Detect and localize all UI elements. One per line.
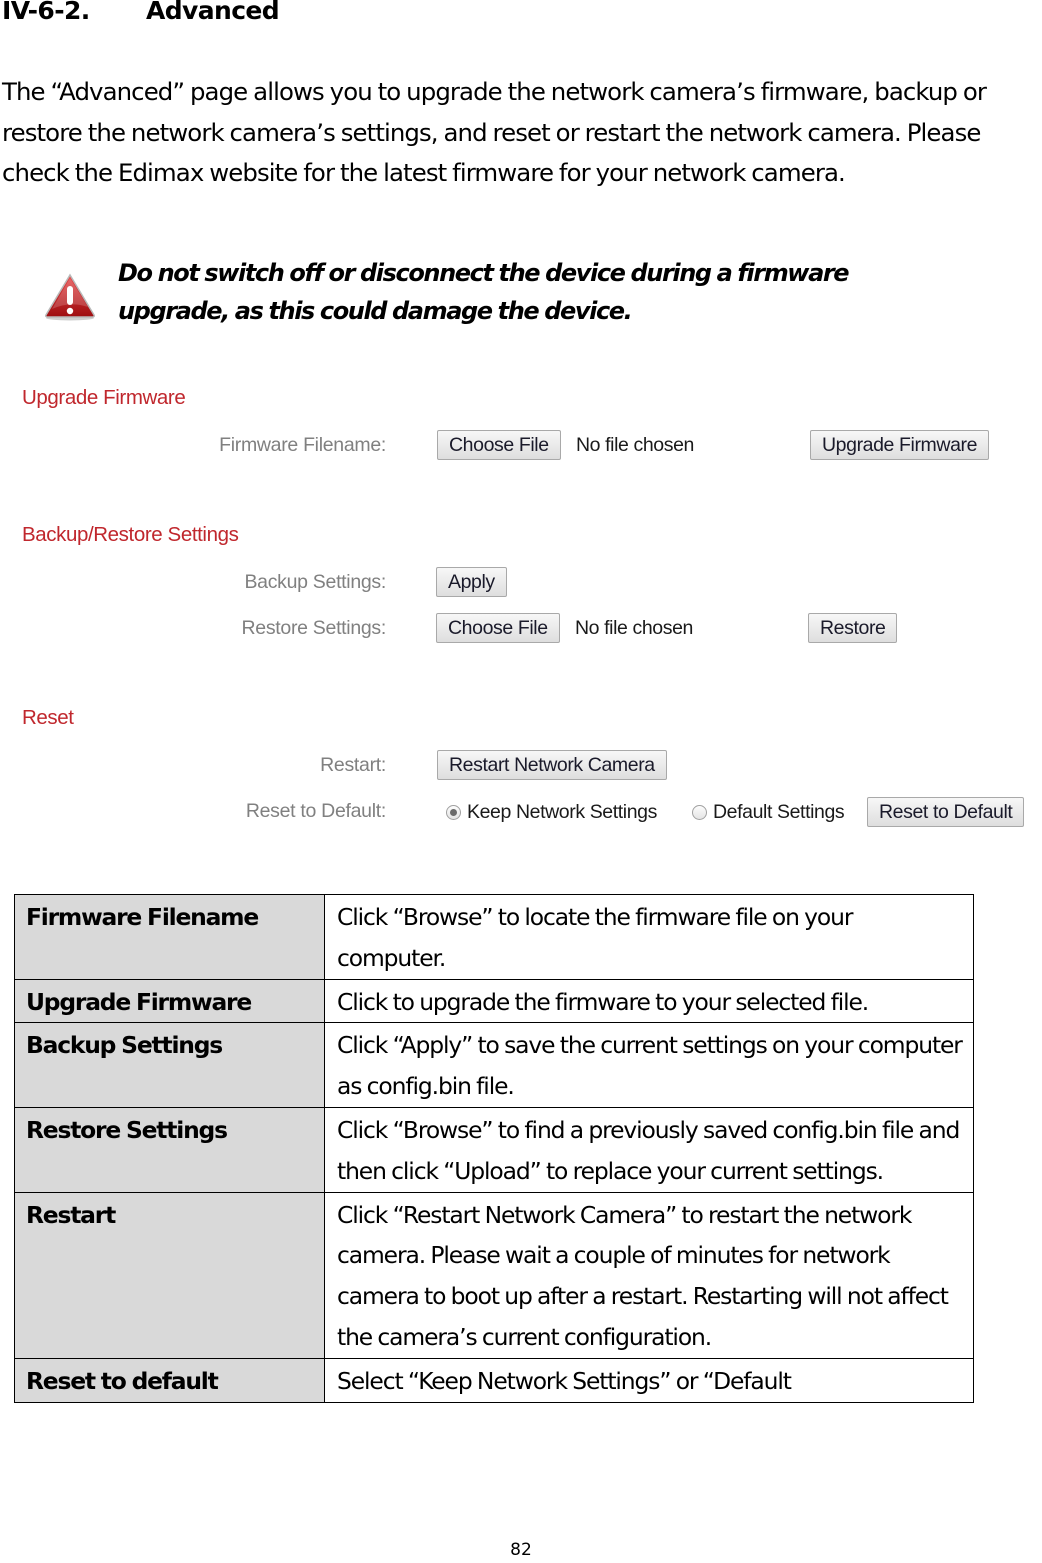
backup-restore-section-title: Backup/Restore Settings xyxy=(22,523,239,546)
table-row: Restore Settings Click “Browse” to find … xyxy=(14,1106,974,1193)
table-key: Restart xyxy=(14,1191,325,1359)
warning-triangle-icon xyxy=(45,273,95,321)
table-row: Backup Settings Click “Apply” to save th… xyxy=(14,1022,974,1108)
upgrade-firmware-section-title: Upgrade Firmware xyxy=(22,386,186,409)
restart-label: Restart: xyxy=(320,754,386,776)
section-number: IV-6-2. xyxy=(2,0,90,25)
keep-network-settings-label: Keep Network Settings xyxy=(467,801,657,823)
table-value: Click “Browse” to find a previously save… xyxy=(324,1106,974,1193)
restore-settings-label: Restore Settings: xyxy=(241,617,387,639)
table-key: Restore Settings xyxy=(14,1106,325,1193)
table-key: Reset to default xyxy=(14,1357,325,1403)
section-title: Advanced xyxy=(146,0,280,25)
restart-network-camera-button[interactable]: Restart Network Camera xyxy=(437,750,667,780)
reset-to-default-label: Reset to Default: xyxy=(245,800,386,822)
table-key: Firmware Filename xyxy=(14,894,325,980)
restore-choose-file-button[interactable]: Choose File xyxy=(436,613,560,643)
settings-description-table: Firmware Filename Click “Browse” to loca… xyxy=(14,894,974,1403)
page-number: 82 xyxy=(510,1540,532,1560)
section-heading: IV-6-2. Advanced xyxy=(2,0,280,25)
table-value: Click “Apply” to save the current settin… xyxy=(324,1022,974,1108)
backup-settings-label: Backup Settings: xyxy=(244,571,386,593)
table-value: Click “Browse” to locate the firmware fi… xyxy=(324,894,974,980)
reset-section-title: Reset xyxy=(22,706,74,729)
table-row: Firmware Filename Click “Browse” to loca… xyxy=(14,894,974,980)
table-key: Backup Settings xyxy=(14,1022,325,1108)
firmware-choose-file-button[interactable]: Choose File xyxy=(437,430,561,460)
keep-network-settings-radio[interactable] xyxy=(446,805,461,820)
table-value: Click to upgrade the firmware to your se… xyxy=(324,978,974,1024)
default-settings-option[interactable]: Default Settings xyxy=(692,801,845,824)
firmware-no-file-text: No file chosen xyxy=(576,434,694,456)
table-key: Upgrade Firmware xyxy=(14,978,325,1024)
warning-line-1: Do not switch off or disconnect the devi… xyxy=(118,259,850,287)
table-row: Restart Click “Restart Network Camera” t… xyxy=(14,1191,974,1359)
warning-line-2: upgrade, as this could damage the device… xyxy=(118,297,633,325)
firmware-filename-label: Firmware Filename: xyxy=(219,434,386,456)
upgrade-firmware-button[interactable]: Upgrade Firmware xyxy=(810,430,990,460)
warning-text: Do not switch off or disconnect the devi… xyxy=(118,254,998,330)
table-value: Click “Restart Network Camera” to restar… xyxy=(324,1191,974,1359)
restore-no-file-text: No file chosen xyxy=(575,617,693,639)
table-row: Reset to default Select “Keep Network Se… xyxy=(14,1357,974,1403)
reset-to-default-button[interactable]: Reset to Default xyxy=(867,797,1025,827)
table-value: Select “Keep Network Settings” or “Defau… xyxy=(324,1357,974,1403)
backup-apply-button[interactable]: Apply xyxy=(436,567,507,597)
default-settings-radio[interactable] xyxy=(692,805,707,820)
default-settings-label: Default Settings xyxy=(713,801,845,823)
intro-paragraph: The “Advanced” page allows you to upgrad… xyxy=(2,77,987,187)
table-row: Upgrade Firmware Click to upgrade the fi… xyxy=(14,978,974,1024)
keep-network-settings-option[interactable]: Keep Network Settings xyxy=(446,801,657,824)
advanced-settings-screenshot: Upgrade Firmware Firmware Filename: Choo… xyxy=(0,370,1042,850)
restore-button[interactable]: Restore xyxy=(808,613,898,643)
